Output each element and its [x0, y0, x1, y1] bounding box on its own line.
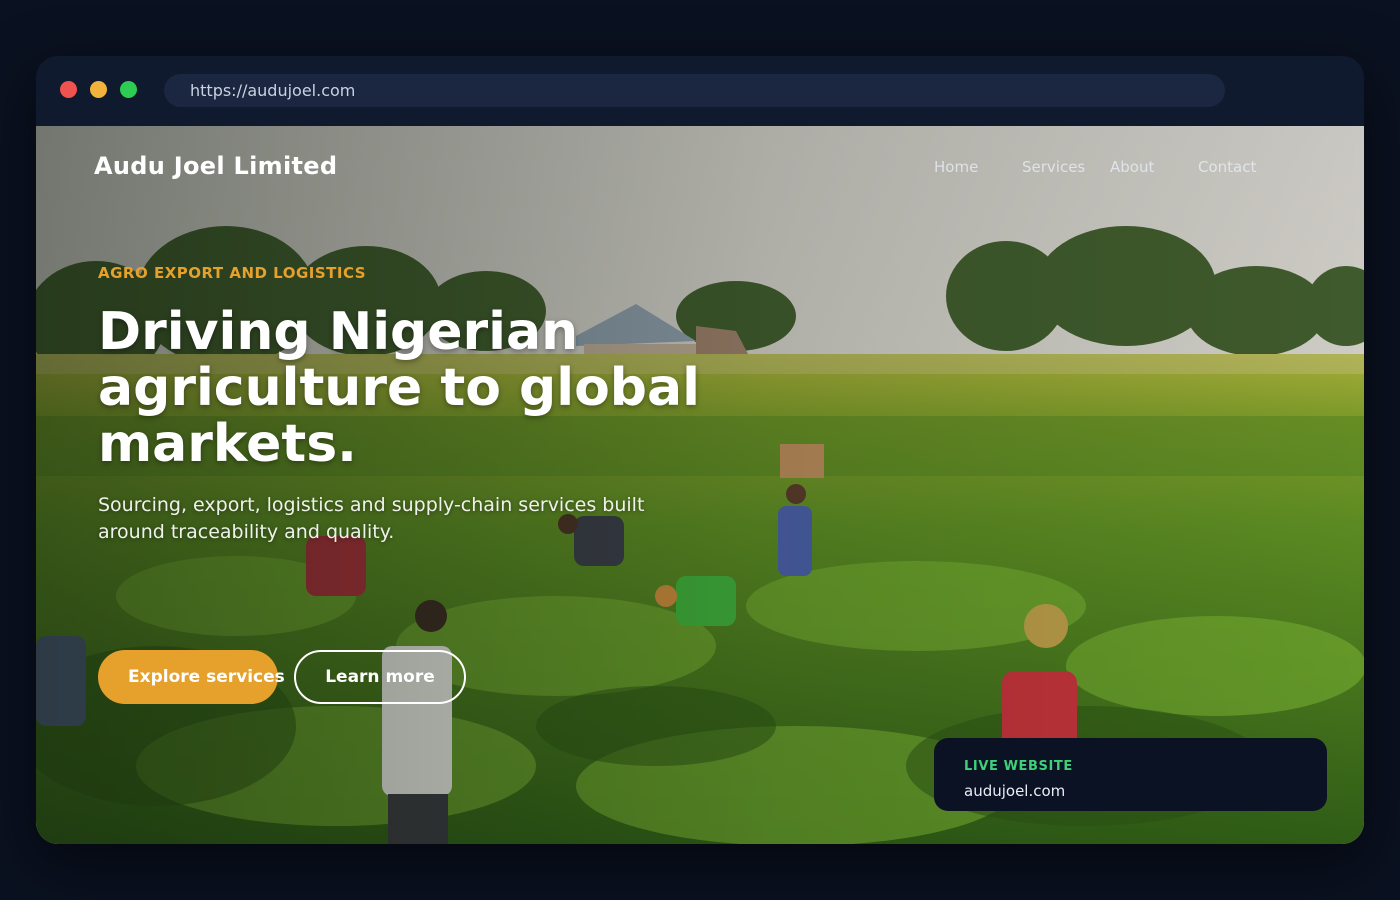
browser-window: https://audujoel.com Audu Joel Limited H…: [36, 56, 1364, 844]
live-website-domain[interactable]: audujoel.com: [964, 782, 1065, 800]
browser-chrome: https://audujoel.com: [36, 56, 1364, 126]
explore-services-button[interactable]: Explore services: [98, 650, 285, 704]
maximize-window-dot[interactable]: [120, 81, 137, 98]
nav-about-link[interactable]: About: [1110, 158, 1154, 176]
address-bar[interactable]: https://audujoel.com: [164, 74, 1225, 107]
hero-dark-overlay: [36, 126, 1364, 844]
hero-eyebrow: AGRO EXPORT AND LOGISTICS: [98, 264, 367, 282]
minimize-window-dot[interactable]: [90, 81, 107, 98]
nav-contact-link[interactable]: Contact: [1198, 158, 1256, 176]
site-brand-logo[interactable]: Audu Joel Limited: [94, 152, 337, 180]
nav-home-link[interactable]: Home: [934, 158, 978, 176]
learn-more-button[interactable]: Learn more: [294, 650, 466, 704]
hero-subtitle: Sourcing, export, logistics and supply-c…: [98, 494, 645, 543]
live-website-card[interactable]: LIVE WEBSITE audujoel.com: [934, 738, 1327, 811]
nav-services-link[interactable]: Services: [1022, 158, 1085, 176]
hero-headline: Driving Nigerian agriculture to global m…: [98, 302, 700, 474]
close-window-dot[interactable]: [60, 81, 77, 98]
page-viewport: Audu Joel Limited Home Services About Co…: [36, 126, 1364, 844]
live-website-label: LIVE WEBSITE: [964, 759, 1073, 774]
